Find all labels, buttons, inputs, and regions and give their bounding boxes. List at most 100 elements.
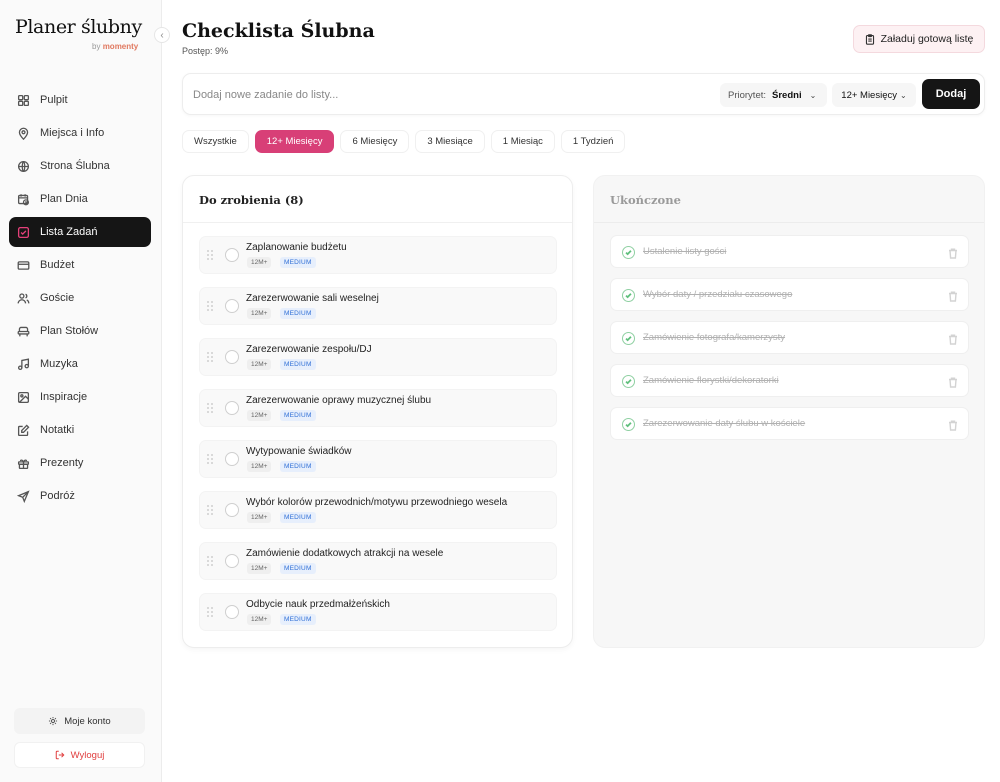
music-icon bbox=[17, 357, 30, 370]
load-ready-list-label: Załaduj gotową listę bbox=[880, 33, 974, 45]
task-checkbox[interactable] bbox=[225, 605, 239, 619]
brand-partner: by momenty bbox=[92, 42, 138, 51]
sidebar-item-label: Pulpit bbox=[40, 94, 68, 106]
sidebar-item-miejsca[interactable]: Miejsca i Info bbox=[9, 118, 151, 148]
task-checkbox[interactable] bbox=[225, 503, 239, 517]
time-filter-tabs: Wszystkie 12+ Miesięcy 6 Miesięcy 3 Mies… bbox=[182, 130, 626, 153]
sidebar-item-label: Muzyka bbox=[40, 358, 78, 370]
sidebar-item-muzyka[interactable]: Muzyka bbox=[9, 349, 151, 379]
sidebar-item-pulpit[interactable]: Pulpit bbox=[9, 85, 151, 115]
done-task-row[interactable]: Zarezerwowanie daty ślubu w kościele bbox=[610, 407, 969, 440]
checkbox-icon bbox=[17, 226, 30, 238]
check-circle-icon[interactable] bbox=[622, 332, 635, 345]
task-row[interactable]: Zaplanowanie budżetu 12M+ MEDIUM bbox=[199, 236, 557, 274]
done-task-row[interactable]: Zamówienie florystki/dekoratorki bbox=[610, 364, 969, 397]
task-time-badge: 12M+ bbox=[247, 359, 272, 370]
done-task-name: Ustalenie listy gości bbox=[643, 246, 727, 257]
check-circle-icon[interactable] bbox=[622, 289, 635, 302]
task-checkbox[interactable] bbox=[225, 401, 239, 415]
done-task-row[interactable]: Zamówienie fotografa/kamerzysty bbox=[610, 321, 969, 354]
task-checkbox[interactable] bbox=[225, 350, 239, 364]
gear-icon bbox=[49, 716, 58, 726]
tab-12-months[interactable]: 12+ Miesięcy bbox=[254, 130, 335, 153]
load-ready-list-button[interactable]: Załaduj gotową listę bbox=[853, 25, 985, 53]
divider bbox=[183, 222, 572, 223]
task-row[interactable]: Zarezerwowanie oprawy muzycznej ślubu 12… bbox=[199, 389, 557, 427]
collapse-sidebar-button[interactable]: ‹ bbox=[154, 27, 170, 43]
brand-title: Planer ślubny bbox=[15, 16, 142, 38]
tab-6-months[interactable]: 6 Miesięcy bbox=[340, 130, 410, 153]
task-checkbox[interactable] bbox=[225, 248, 239, 262]
task-time-badge: 12M+ bbox=[247, 512, 272, 523]
sidebar-item-inspiracje[interactable]: Inspiracje bbox=[9, 382, 151, 412]
task-time-badge: 12M+ bbox=[247, 461, 272, 472]
tab-1-week[interactable]: 1 Tydzień bbox=[560, 130, 626, 153]
drag-handle-icon[interactable] bbox=[207, 556, 213, 566]
task-priority-badge: MEDIUM bbox=[280, 512, 316, 523]
task-row[interactable]: Zarezerwowanie zespołu/DJ 12M+ MEDIUM bbox=[199, 338, 557, 376]
time-value: 12+ Miesięcy bbox=[841, 89, 897, 101]
brand-by: by bbox=[92, 42, 101, 51]
sidebar-item-lista-zadan[interactable]: Lista Zadań bbox=[9, 217, 151, 247]
drag-handle-icon[interactable] bbox=[207, 301, 213, 311]
done-task-row[interactable]: Ustalenie listy gości bbox=[610, 235, 969, 268]
brand-logo[interactable]: Planer ślubny by momenty bbox=[15, 16, 142, 51]
task-name: Zaplanowanie budżetu bbox=[246, 242, 347, 253]
table-icon bbox=[17, 326, 30, 336]
done-task-row[interactable]: Wybór daty / przedziału czasowego bbox=[610, 278, 969, 311]
add-task-button[interactable]: Dodaj bbox=[922, 79, 980, 109]
sidebar-item-label: Plan Dnia bbox=[40, 193, 88, 205]
task-priority-badge: MEDIUM bbox=[280, 410, 316, 421]
trash-icon[interactable] bbox=[948, 375, 958, 388]
tab-3-months[interactable]: 3 Miesiące bbox=[415, 130, 485, 153]
sidebar-item-budzet[interactable]: Budżet bbox=[9, 250, 151, 280]
task-row[interactable]: Odbycie nauk przedmałżeńskich 12M+ MEDIU… bbox=[199, 593, 557, 631]
image-icon bbox=[17, 391, 30, 403]
sidebar-item-plan-stolow[interactable]: Plan Stołów bbox=[9, 316, 151, 346]
sidebar-item-notatki[interactable]: Notatki bbox=[9, 415, 151, 445]
sidebar-item-goscie[interactable]: Goście bbox=[9, 283, 151, 313]
task-priority-badge: MEDIUM bbox=[280, 563, 316, 574]
my-account-button[interactable]: Moje konto bbox=[14, 708, 145, 734]
tab-all[interactable]: Wszystkie bbox=[182, 130, 249, 153]
drag-handle-icon[interactable] bbox=[207, 352, 213, 362]
task-time-badge: 12M+ bbox=[247, 614, 272, 625]
sidebar-item-label: Goście bbox=[40, 292, 75, 304]
trash-icon[interactable] bbox=[948, 289, 958, 302]
drag-handle-icon[interactable] bbox=[207, 505, 213, 515]
task-row[interactable]: Zarezerwowanie sali weselnej 12M+ MEDIUM bbox=[199, 287, 557, 325]
task-checkbox[interactable] bbox=[225, 299, 239, 313]
trash-icon[interactable] bbox=[948, 332, 958, 345]
drag-handle-icon[interactable] bbox=[207, 454, 213, 464]
todo-title: Do zrobienia (8) bbox=[199, 193, 304, 207]
task-checkbox[interactable] bbox=[225, 452, 239, 466]
task-time-badge: 12M+ bbox=[247, 410, 272, 421]
priority-select[interactable]: Priorytet: Średni ⌄ bbox=[720, 83, 827, 107]
logout-label: Wyloguj bbox=[70, 749, 105, 761]
task-checkbox[interactable] bbox=[225, 554, 239, 568]
gift-icon bbox=[17, 458, 30, 469]
task-row[interactable]: Wytypowanie świadków 12M+ MEDIUM bbox=[199, 440, 557, 478]
task-time-badge: 12M+ bbox=[247, 308, 272, 319]
task-row[interactable]: Wybór kolorów przewodnich/motywu przewod… bbox=[199, 491, 557, 529]
logout-button[interactable]: Wyloguj bbox=[14, 742, 145, 768]
task-row[interactable]: Zamówienie dodatkowych atrakcji na wesel… bbox=[199, 542, 557, 580]
trash-icon[interactable] bbox=[948, 418, 958, 431]
check-circle-icon[interactable] bbox=[622, 246, 635, 259]
drag-handle-icon[interactable] bbox=[207, 250, 213, 260]
sidebar-item-strona[interactable]: Strona Ślubna bbox=[9, 151, 151, 181]
trash-icon[interactable] bbox=[948, 246, 958, 259]
check-circle-icon[interactable] bbox=[622, 418, 635, 431]
drag-handle-icon[interactable] bbox=[207, 403, 213, 413]
new-task-input[interactable] bbox=[193, 85, 693, 105]
sidebar-item-podroz[interactable]: Podróż bbox=[9, 481, 151, 511]
drag-handle-icon[interactable] bbox=[207, 607, 213, 617]
time-select[interactable]: 12+ Miesięcy ⌄ bbox=[832, 83, 916, 107]
sidebar-item-plan-dnia[interactable]: Plan Dnia bbox=[9, 184, 151, 214]
check-circle-icon[interactable] bbox=[622, 375, 635, 388]
sidebar-item-prezenty[interactable]: Prezenty bbox=[9, 448, 151, 478]
progress-text: Postęp: 9% bbox=[182, 46, 229, 56]
todo-card: Do zrobienia (8) Zaplanowanie budżetu 12… bbox=[182, 175, 573, 648]
users-icon bbox=[17, 292, 30, 303]
tab-1-month[interactable]: 1 Miesiąc bbox=[490, 130, 555, 153]
